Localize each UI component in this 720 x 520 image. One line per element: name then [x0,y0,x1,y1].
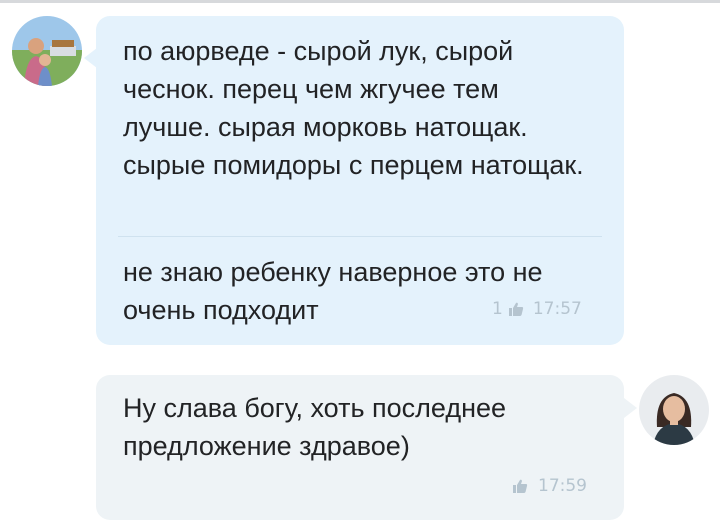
like-count: 1 [492,299,503,319]
own-avatar[interactable] [639,375,709,445]
message-divider [118,236,602,237]
message-text: Ну слава богу, хоть последнее предложени… [123,393,507,461]
message-meta: 1 17:57 [492,299,582,319]
message-time: 17:59 [538,476,587,496]
message-text: по аюрведе - сырой лук, сырой чеснок. пе… [123,36,584,180]
bubble-tail [624,398,637,418]
message-time: 17:57 [532,299,582,319]
message-meta: 17:59 [512,476,587,496]
sender-avatar[interactable] [12,16,82,86]
user-avatar-icon [12,16,82,86]
top-divider [0,0,720,3]
user-avatar-icon [639,375,709,445]
like-icon[interactable] [512,478,528,494]
like-icon[interactable] [508,301,524,317]
